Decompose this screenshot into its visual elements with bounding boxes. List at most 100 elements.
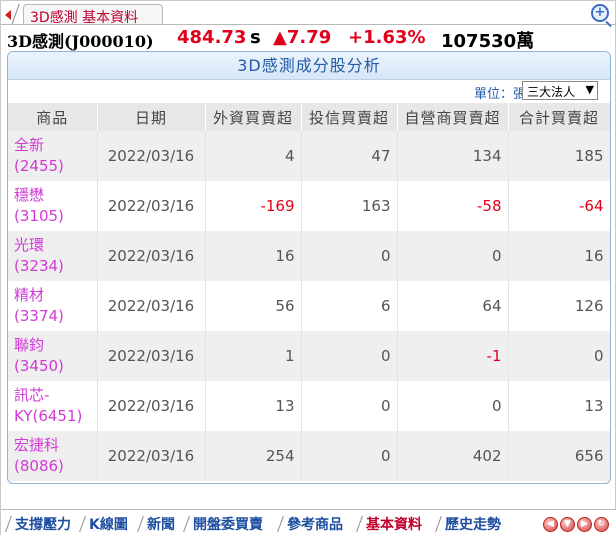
trust-net: 47 <box>301 131 398 181</box>
tab-basic-info[interactable]: 3D感測 基本資料 <box>23 4 163 26</box>
table-row: 穩懋 (3105) 2022/03/16 -169 163 -58 -64 <box>8 181 610 231</box>
total-net: 185 <box>508 131 610 181</box>
stock-name: 穩懋 <box>14 186 45 204</box>
stock-name: 聯鈞 <box>14 336 45 354</box>
table-row: 聯鈞 (3450) 2022/03/16 1 0 -1 0 <box>8 331 610 381</box>
stock-code: (3374) <box>14 307 64 325</box>
investor-type-value: 三大法人 <box>527 85 576 99</box>
total-net: 13 <box>508 381 610 431</box>
stock-link[interactable]: 聯鈞 (3450) <box>8 331 98 381</box>
trade-date: 2022/03/16 <box>97 231 206 281</box>
quote-header: 3D感測(J000010) 484.73 s ▲7.79 +1.63% 1075… <box>7 27 611 52</box>
stock-code: (3450) <box>14 357 64 375</box>
tab-baseline <box>1 24 616 25</box>
table-row: 宏捷科 (8086) 2022/03/16 254 0 402 656 <box>8 431 610 481</box>
total-net: 0 <box>508 331 610 381</box>
scroll-down-icon[interactable]: ▼ <box>560 517 575 532</box>
column-header[interactable]: 外資買賣超 <box>205 103 302 131</box>
dealer-net: -58 <box>397 181 509 231</box>
stock-link[interactable]: 精材 (3374) <box>8 281 98 331</box>
table-header-row: 商品 日期 外資買賣超 投信買賣超 自營商買賣超 合計買賣超 <box>8 103 610 131</box>
table-row: 訊芯- KY(6451) 2022/03/16 13 0 0 13 <box>8 381 610 431</box>
stock-link[interactable]: 訊芯- KY(6451) <box>8 381 98 431</box>
table-row: 精材 (3374) 2022/03/16 56 6 64 126 <box>8 281 610 331</box>
price-change: ▲7.79 <box>273 27 332 48</box>
last-price: 484.73 <box>177 27 247 48</box>
panel-title: 3D感測成分股分析 <box>8 52 610 80</box>
unit-label: 單位：張 <box>473 87 526 102</box>
column-header[interactable]: 日期 <box>97 103 206 131</box>
unit-row: 單位：張 三大法人 ▼ <box>8 80 610 102</box>
trade-date: 2022/03/16 <box>97 181 206 231</box>
bottom-tab-bar: 支撐壓力 K線圖 新聞 開盤委買賣 參考商品 基本資料 歷史走勢 ◀ ▼ ▶ ↻ <box>1 509 616 535</box>
trust-net: 6 <box>301 281 398 331</box>
stock-link[interactable]: 全新 (2455) <box>8 131 98 181</box>
trust-net: 0 <box>301 381 398 431</box>
trust-net: 0 <box>301 231 398 281</box>
price-change-percent: +1.63% <box>348 27 426 48</box>
scroll-left-icon[interactable] <box>3 10 11 20</box>
foreign-net: 1 <box>205 331 302 381</box>
column-header[interactable]: 合計買賣超 <box>508 103 610 131</box>
total-net: 656 <box>508 431 610 481</box>
trade-date: 2022/03/16 <box>97 281 206 331</box>
volume: 107530萬 <box>441 31 535 52</box>
stock-code: (2455) <box>14 157 64 175</box>
foreign-net: -169 <box>205 181 302 231</box>
tab-history[interactable]: 歷史走勢 <box>437 514 501 534</box>
stock-code: (3234) <box>14 257 64 275</box>
stock-name: 光環 <box>14 236 45 254</box>
stock-link[interactable]: 宏捷科 (8086) <box>8 431 98 481</box>
column-header[interactable]: 商品 <box>8 103 98 131</box>
stock-name: 宏捷科 <box>14 436 60 454</box>
trust-net: 0 <box>301 331 398 381</box>
stock-name: 訊芯- <box>14 386 50 404</box>
total-net: -64 <box>508 181 610 231</box>
column-header[interactable]: 投信買賣超 <box>301 103 398 131</box>
constituents-panel: 3D感測成分股分析 單位：張 三大法人 ▼ 商品 日期 外資買賣超 投信買賣超 … <box>7 51 611 484</box>
stock-code: KY(6451) <box>14 407 83 425</box>
scroll-right-icon[interactable]: ▶ <box>577 517 592 532</box>
tab-reference-products[interactable]: 參考商品 <box>279 514 343 534</box>
foreign-net: 4 <box>205 131 302 181</box>
scroll-left-icon[interactable]: ◀ <box>543 517 558 532</box>
trade-date: 2022/03/16 <box>97 331 206 381</box>
zoom-in-icon[interactable]: + <box>591 4 609 22</box>
stock-link[interactable]: 光環 (3234) <box>8 231 98 281</box>
trust-net: 163 <box>301 181 398 231</box>
refresh-icon[interactable]: ↻ <box>594 517 609 532</box>
dealer-net: 402 <box>397 431 509 481</box>
stock-code: (3105) <box>14 207 64 225</box>
foreign-net: 56 <box>205 281 302 331</box>
trade-date: 2022/03/16 <box>97 381 206 431</box>
tab-basic-data[interactable]: 基本資料 <box>358 514 422 534</box>
tab-support-resistance[interactable]: 支撐壓力 <box>7 514 71 534</box>
foreign-net: 254 <box>205 431 302 481</box>
tab-divider <box>11 4 20 25</box>
stock-code: (8086) <box>14 457 64 475</box>
foreign-net: 13 <box>205 381 302 431</box>
trade-date: 2022/03/16 <box>97 131 206 181</box>
constituents-table: 商品 日期 外資買賣超 投信買賣超 自營商買賣超 合計買賣超 全新 (2455) … <box>8 103 610 481</box>
trade-date: 2022/03/16 <box>97 431 206 481</box>
stock-link[interactable]: 穩懋 (3105) <box>8 181 98 231</box>
app-window: 3D感測 基本資料 + 3D感測(J000010) 484.73 s ▲7.79… <box>0 0 616 535</box>
dealer-net: 134 <box>397 131 509 181</box>
dealer-net: 64 <box>397 281 509 331</box>
column-header[interactable]: 自營商買賣超 <box>397 103 509 131</box>
dealer-net: 0 <box>397 231 509 281</box>
stock-name: 全新 <box>14 136 45 154</box>
investor-type-select[interactable]: 三大法人 ▼ <box>522 81 598 100</box>
foreign-net: 16 <box>205 231 302 281</box>
dealer-net: -1 <box>397 331 509 381</box>
tab-news[interactable]: 新聞 <box>139 514 175 534</box>
trust-net: 0 <box>301 431 398 481</box>
table-row: 全新 (2455) 2022/03/16 4 47 134 185 <box>8 131 610 181</box>
tab-opening-orders[interactable]: 開盤委買賣 <box>185 514 263 534</box>
instrument-name: 3D感測(J000010) <box>7 32 154 51</box>
tab-kline[interactable]: K線圖 <box>81 514 128 534</box>
total-net: 16 <box>508 231 610 281</box>
total-net: 126 <box>508 281 610 331</box>
dealer-net: 0 <box>397 381 509 431</box>
dropdown-arrow-icon: ▼ <box>585 83 594 96</box>
